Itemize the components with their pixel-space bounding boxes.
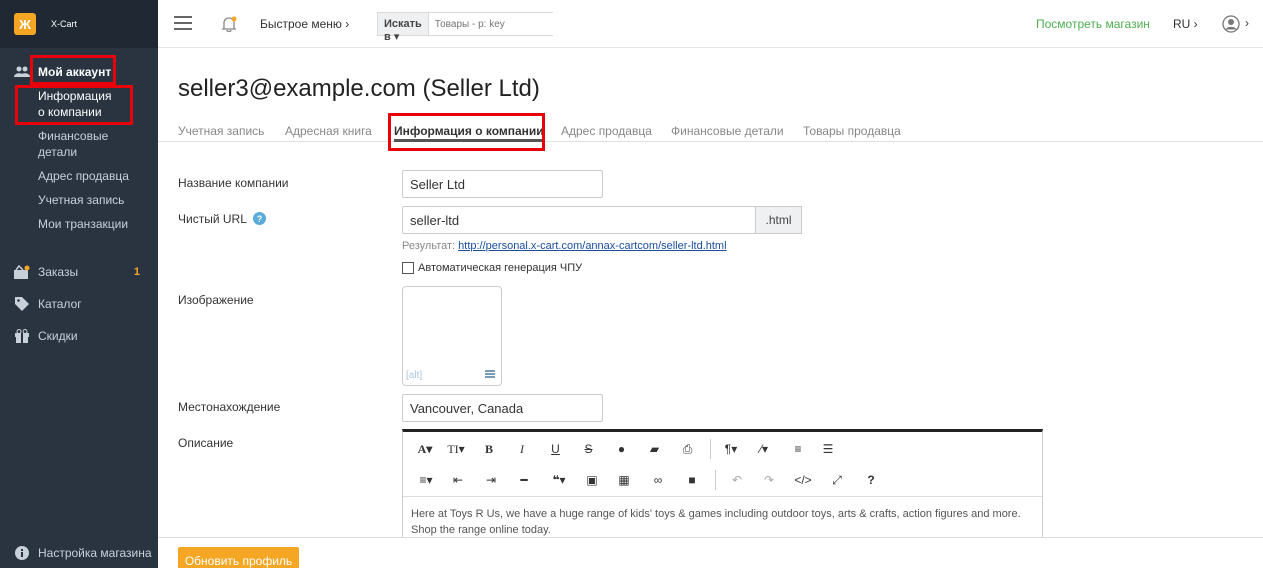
table-icon[interactable]: ▦ xyxy=(607,468,641,492)
user-menu[interactable]: › xyxy=(1222,15,1249,33)
users-icon xyxy=(14,64,30,80)
sidebar-item-label: Каталог xyxy=(38,297,82,311)
clean-url-input[interactable] xyxy=(402,206,756,234)
clean-url-label: Чистый URL xyxy=(178,212,247,226)
editor-toolbar-row-2: ≡▾ ⇤ ⇥ ━ ❝▾ ▣ ▦ ∞ ■ ↶ ↷ </> ⤢ ? xyxy=(403,465,1042,495)
main-content: seller3@example.com (Seller Ltd) Учетная… xyxy=(158,48,1263,568)
help-icon[interactable]: ? xyxy=(854,468,888,492)
tags-icon xyxy=(14,296,30,312)
info-icon xyxy=(14,545,30,561)
view-store-link[interactable]: Посмотреть магазин xyxy=(1036,17,1150,31)
bold-icon[interactable]: B xyxy=(473,437,505,461)
outdent-icon[interactable]: ⇤ xyxy=(441,468,475,492)
sidebar: Ж X-Cart Мой аккаунт Информация о компан… xyxy=(0,0,158,568)
sidebar-subitem-seller-address[interactable]: Адрес продавца xyxy=(0,168,158,184)
tab-seller-address[interactable]: Адрес продавца xyxy=(561,124,652,138)
redo-icon[interactable]: ↷ xyxy=(752,468,786,492)
horizontal-rule-icon[interactable]: ━ xyxy=(507,468,541,492)
auto-generate-url-checkbox[interactable]: Автоматическая генерация ЧПУ xyxy=(402,262,582,274)
quick-menu-link[interactable]: Быстрое меню › xyxy=(260,17,349,31)
indent-icon[interactable]: ⇥ xyxy=(475,468,507,492)
sidebar-item-label: Настройка магазина xyxy=(38,546,152,560)
page-title: seller3@example.com (Seller Ltd) xyxy=(178,75,540,102)
description-label: Описание xyxy=(178,436,234,450)
sidebar-subitem-financial[interactable]: Финансовые детали xyxy=(0,128,108,160)
paragraph-icon[interactable]: ¶▾ xyxy=(717,437,745,461)
quote-icon[interactable]: ❝▾ xyxy=(541,468,577,492)
ordered-list-icon[interactable]: ≡ xyxy=(783,437,813,461)
image-insert-icon[interactable]: ▣ xyxy=(577,468,607,492)
tab-financial-details[interactable]: Финансовые детали xyxy=(671,124,784,138)
image-upload-box[interactable]: [alt] xyxy=(402,286,502,386)
unordered-list-icon[interactable]: ☰ xyxy=(813,437,843,461)
font-size-icon[interactable]: TI▾ xyxy=(439,437,473,461)
checkbox-box[interactable] xyxy=(402,262,414,274)
orders-badge: 1 xyxy=(133,266,140,278)
clean-url-result: Результат: http://personal.x-cart.com/an… xyxy=(402,240,727,252)
sidebar-item-label: Скидки xyxy=(38,329,78,343)
image-label: Изображение xyxy=(178,293,254,307)
image-menu-icon[interactable] xyxy=(485,370,495,379)
gift-icon xyxy=(14,328,30,344)
tab-seller-products[interactable]: Товары продавца xyxy=(803,124,901,138)
color-drop-icon[interactable]: ● xyxy=(605,437,638,461)
language-selector[interactable]: RU › xyxy=(1173,17,1198,31)
result-label: Результат: xyxy=(402,240,456,252)
location-input[interactable] xyxy=(402,394,603,422)
update-profile-button[interactable]: Обновить профиль xyxy=(178,547,299,568)
video-icon[interactable]: ■ xyxy=(675,468,709,492)
user-menu-caret: › xyxy=(1245,16,1249,30)
sidebar-item-catalog[interactable]: Каталог xyxy=(0,288,158,320)
code-view-icon[interactable]: </> xyxy=(786,468,820,492)
sidebar-subitem-transactions[interactable]: Мои транзакции xyxy=(0,216,158,232)
magic-wand-icon[interactable]: ⁄▾ xyxy=(745,437,783,461)
brand-name: X-Cart xyxy=(51,19,78,29)
undo-icon[interactable]: ↶ xyxy=(722,468,752,492)
strikethrough-icon[interactable]: S xyxy=(572,437,605,461)
sidebar-item-label: Заказы xyxy=(38,265,79,279)
link-icon[interactable]: ∞ xyxy=(641,468,675,492)
sidebar-item-orders[interactable]: Заказы 1 xyxy=(0,256,158,288)
font-family-icon[interactable]: A▾ xyxy=(411,437,439,461)
hamburger-menu-icon[interactable] xyxy=(174,16,192,30)
underline-icon[interactable]: U xyxy=(539,437,572,461)
checkbox-label: Автоматическая генерация ЧПУ xyxy=(418,262,583,274)
search-box: Искать в ▾ xyxy=(377,12,567,43)
brand[interactable]: Ж X-Cart xyxy=(0,0,158,48)
search-input[interactable] xyxy=(428,13,567,35)
result-url-link[interactable]: http://personal.x-cart.com/annax-cartcom… xyxy=(458,240,726,252)
search-scope-select[interactable]: Искать в ▾ xyxy=(378,13,429,43)
align-icon[interactable]: ≡▾ xyxy=(411,468,441,492)
sidebar-item-discounts[interactable]: Скидки xyxy=(0,320,158,352)
location-label: Местонахождение xyxy=(178,400,281,414)
italic-icon[interactable]: I xyxy=(505,437,539,461)
company-name-input[interactable] xyxy=(402,170,603,198)
bell-icon[interactable] xyxy=(220,15,238,33)
highlight-company-info-subitem xyxy=(15,85,133,125)
topbar: Быстрое меню › Искать в ▾ Посмотреть маг… xyxy=(158,0,1263,48)
sidebar-item-store-settings[interactable]: Настройка магазина xyxy=(0,537,158,568)
tab-address-book[interactable]: Адресная книга xyxy=(285,124,372,138)
highlight-my-account xyxy=(30,55,116,85)
fullscreen-icon[interactable]: ⤢ xyxy=(820,468,854,492)
sidebar-subitem-account[interactable]: Учетная запись xyxy=(0,192,158,208)
highlight-company-info-tab xyxy=(388,113,545,151)
tab-bar: Учетная запись Адресная книга Информация… xyxy=(158,120,1263,142)
editor-toolbar-row-1: A▾ TI▾ B I U S ● ▰ ⎙ ¶▾ ⁄▾ ≡ ☰ xyxy=(403,434,1042,464)
image-alt-text: [alt] xyxy=(406,370,423,381)
tab-account[interactable]: Учетная запись xyxy=(178,124,264,138)
orders-icon xyxy=(14,264,30,280)
xcart-logo-icon: Ж xyxy=(14,13,36,35)
question-help-icon[interactable]: ? xyxy=(253,212,266,225)
company-name-label: Название компании xyxy=(178,176,289,190)
form-footer: Обновить профиль xyxy=(158,537,1263,568)
clean-url-suffix: .html xyxy=(755,206,802,234)
eraser-icon[interactable]: ▰ xyxy=(638,437,671,461)
print-icon[interactable]: ⎙ xyxy=(671,437,704,461)
